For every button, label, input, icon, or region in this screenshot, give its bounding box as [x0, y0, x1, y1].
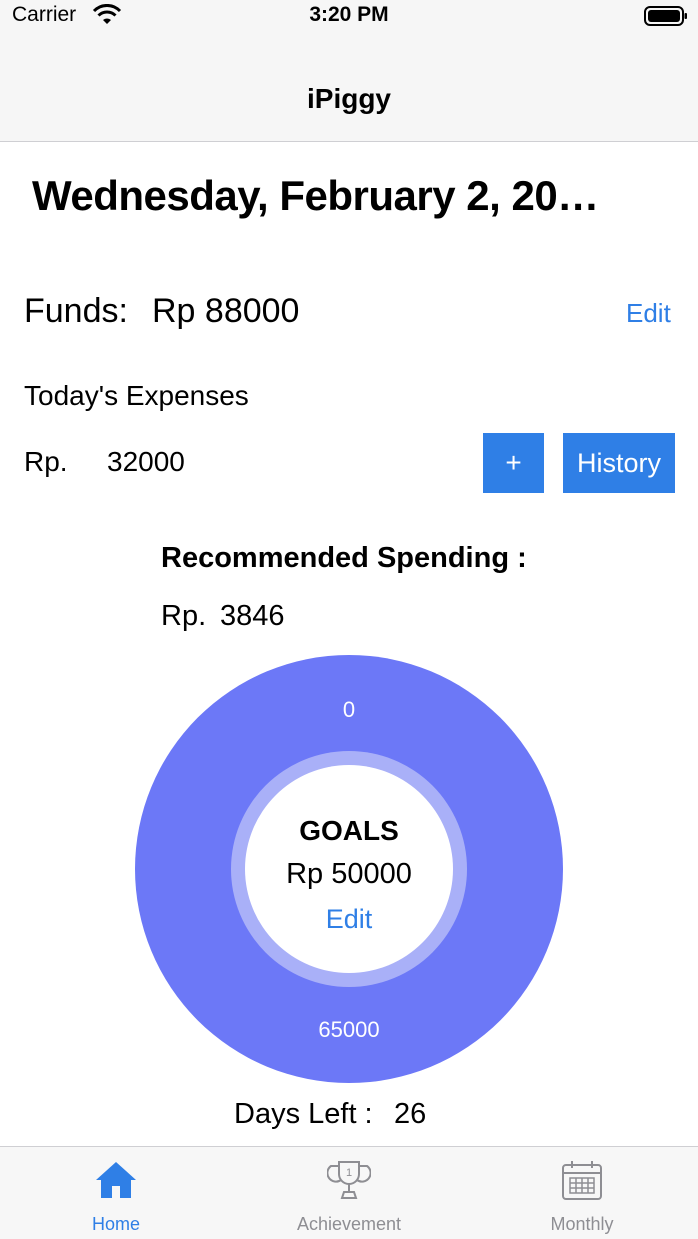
- tab-home[interactable]: Home: [0, 1146, 232, 1238]
- donut-max-label: 65000: [318, 1017, 380, 1042]
- battery-icon: [644, 6, 687, 26]
- tab-achievement[interactable]: 1 Achievement: [233, 1146, 465, 1238]
- funds-value: Rp 88000: [152, 292, 300, 330]
- goals-value: Rp 50000: [286, 858, 412, 890]
- nav-title: iPiggy: [306, 83, 391, 114]
- trophy-icon: 1: [327, 1161, 371, 1199]
- tab-home-label: Home: [91, 1214, 140, 1234]
- house-icon: [96, 1162, 136, 1198]
- tab-achievement-label: Achievement: [296, 1214, 402, 1234]
- recommended-title: Recommended Spending :: [161, 542, 527, 574]
- expenses-currency-label: Rp.: [24, 446, 68, 477]
- status-time: 3:20 PM: [309, 3, 389, 26]
- funds-label: Funds:: [24, 292, 128, 330]
- recommended-value: 3846: [220, 600, 285, 632]
- goals-title: GOALS: [299, 815, 399, 846]
- days-left-label: Days Left :: [234, 1098, 373, 1130]
- date-title: Wednesday, February 2, 20…: [32, 172, 599, 219]
- tab-monthly-label: Monthly: [550, 1214, 614, 1234]
- days-left-value: 26: [394, 1098, 427, 1130]
- tab-monthly[interactable]: Monthly: [466, 1146, 698, 1238]
- donut-min-label: 0: [342, 697, 356, 722]
- expenses-value: 32000: [107, 446, 185, 477]
- edit-funds-button[interactable]: Edit: [626, 298, 671, 329]
- recommended-currency-label: Rp.: [161, 600, 207, 632]
- calendar-icon: [562, 1161, 602, 1200]
- svg-text:1: 1: [346, 1167, 352, 1179]
- history-button[interactable]: History: [563, 433, 675, 493]
- expenses-title: Today's Expenses: [24, 380, 249, 411]
- add-expense-button[interactable]: +: [483, 433, 544, 493]
- edit-goals-button[interactable]: Edit: [135, 904, 563, 935]
